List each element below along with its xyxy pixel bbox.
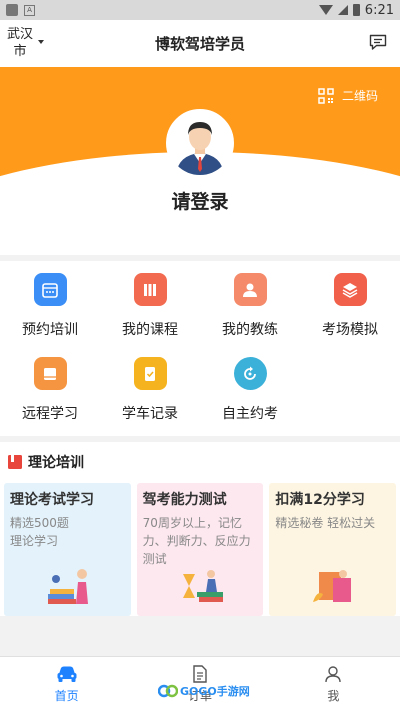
avatar-person-icon [168, 111, 232, 175]
watermark-text: GOGO手游网 [180, 685, 250, 698]
menu-item-coach[interactable]: 我的教练 [200, 273, 300, 357]
card-title: 驾考能力测试 [142, 492, 227, 508]
city-selector[interactable]: 武汉市 [5, 26, 35, 60]
car-icon [57, 666, 77, 682]
feature-menu: 预约培训 我的课程 我的教练 考场模拟 远程学习 学车记录 自主约考 [0, 255, 400, 436]
card-title: 理论考试学习 [10, 492, 94, 508]
book-icon [33, 357, 67, 390]
card-ability-test[interactable]: 驾考能力测试 70周岁以上，记忆力、判断力、反应力测试 [136, 483, 264, 616]
menu-label: 远程学习 [22, 406, 78, 422]
books-icon [133, 273, 167, 306]
status-time: 6:21 [364, 2, 394, 18]
user-icon [325, 666, 342, 683]
card-desc: 精选秘卷 轻松过关 [275, 516, 376, 530]
menu-label: 预约培训 [22, 322, 78, 338]
card-title: 扣满12分学习 [275, 492, 365, 508]
signal-icon [337, 5, 348, 15]
qr-code-label: 二维码 [341, 89, 378, 103]
tab-label: 我 [327, 689, 340, 703]
refresh-icon [233, 357, 267, 390]
watermark-logo-icon [158, 684, 178, 698]
avatar[interactable] [166, 109, 234, 177]
tab-label: 首页 [54, 689, 79, 703]
app-notification-icon: A [24, 4, 35, 16]
menu-label: 自主约考 [222, 406, 278, 422]
menu-label: 我的课程 [122, 322, 178, 338]
person-icon [233, 273, 267, 306]
card-theory-exam[interactable]: 理论考试学习 精选500题 理论学习 [4, 483, 131, 616]
theory-training-section: 理论培训 理论考试学习 精选500题 理论学习 驾考能力测试 70周岁以上，记忆… [0, 442, 400, 616]
section-title: 理论培训 [28, 455, 84, 471]
calendar-icon [33, 273, 67, 306]
card-desc: 精选500题 理论学习 [10, 516, 69, 548]
menu-label: 我的教练 [222, 322, 278, 338]
notification-icon [6, 4, 18, 16]
hourglass-books-icon [182, 570, 223, 602]
layers-icon [333, 273, 367, 306]
menu-item-courses[interactable]: 我的课程 [100, 273, 200, 357]
menu-label: 考场模拟 [322, 322, 378, 338]
menu-item-records[interactable]: 学车记录 [100, 357, 200, 441]
menu-item-booking[interactable]: 预约培训 [0, 273, 100, 357]
book-bookmark-icon [8, 455, 22, 469]
qr-code-icon [318, 87, 334, 104]
top-navbar: 武汉市 博软驾培学员 [0, 20, 400, 67]
page-title: 博软驾培学员 [154, 35, 245, 53]
section-header: 理论培训 [4, 452, 396, 472]
message-icon[interactable] [369, 34, 387, 51]
qr-code-button[interactable]: 二维码 [318, 87, 378, 104]
tab-me[interactable]: 我 [267, 657, 400, 711]
card-12-points[interactable]: 扣满12分学习 精选秘卷 轻松过关 [269, 483, 397, 616]
reading-illustration-icon [313, 570, 352, 602]
menu-item-self-exam[interactable]: 自主约考 [200, 357, 300, 441]
caret-down-icon[interactable] [38, 40, 44, 44]
wifi-icon [318, 5, 333, 15]
record-icon [133, 357, 167, 390]
menu-item-exam-sim[interactable]: 考场模拟 [300, 273, 400, 357]
menu-item-remote[interactable]: 远程学习 [0, 357, 100, 441]
login-prompt[interactable]: 请登录 [0, 187, 400, 214]
profile-header: 二维码 请登录 [0, 67, 400, 255]
menu-label: 学车记录 [122, 406, 178, 422]
card-desc: 70周岁以上，记忆力、判断力、反应力测试 [142, 516, 251, 566]
status-bar: A 6:21 [0, 0, 400, 20]
document-icon [193, 665, 207, 683]
battery-icon [352, 4, 360, 16]
watermark-logo: GOGO手游网 [158, 683, 250, 699]
study-illustration-icon [48, 569, 88, 604]
tab-home[interactable]: 首页 [0, 657, 133, 711]
